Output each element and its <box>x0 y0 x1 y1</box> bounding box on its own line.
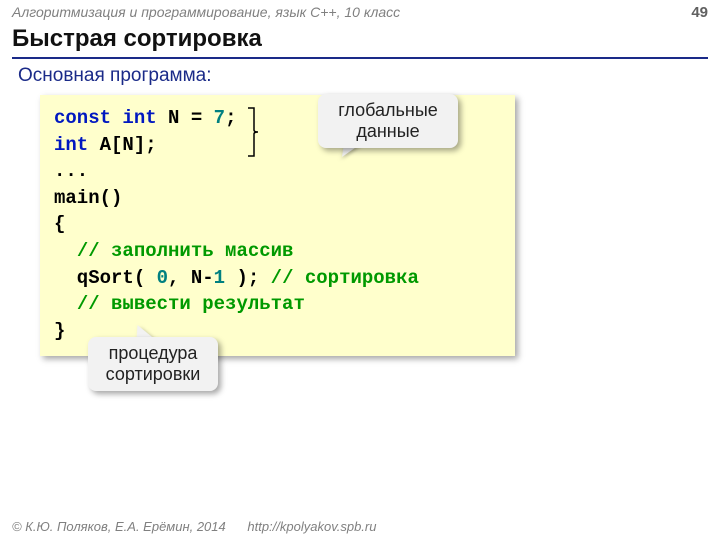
comment-sort: // сортировка <box>259 267 419 289</box>
semi: ; <box>225 107 236 129</box>
code-line-4: main() <box>54 185 501 212</box>
code-line-3: ... <box>54 158 501 185</box>
slide-footer: © К.Ю. Поляков, Е.А. Ерёмин, 2014 http:/… <box>0 515 720 540</box>
callout-line: глобальные <box>332 100 444 121</box>
code-line-6: // заполнить массив <box>54 238 501 265</box>
lit-0: 0 <box>157 267 168 289</box>
comment-fill: // заполнить массив <box>77 240 294 262</box>
callout-line: сортировки <box>102 364 204 385</box>
footer-url: http://kpolyakov.spb.ru <box>247 519 376 534</box>
code-line-7: qSort( 0, N-1 ); // сортировка <box>54 265 501 292</box>
code-line-8: // вывести результат <box>54 291 501 318</box>
course-title: Алгоритмизация и программирование, язык … <box>12 4 400 20</box>
section-subhead: Основная программа: <box>0 59 720 91</box>
slide-header: Алгоритмизация и программирование, язык … <box>0 0 720 23</box>
page-number: 49 <box>691 4 708 21</box>
kw-const: const <box>54 107 111 129</box>
callout-global-data: глобальные данные <box>318 94 458 148</box>
lit-1: 1 <box>214 267 225 289</box>
op-eq: = <box>191 107 202 129</box>
copyright-text: © К.Ю. Поляков, Е.А. Ерёмин, 2014 <box>12 519 226 534</box>
kw-int: int <box>122 107 156 129</box>
callout-sort-procedure: процедура сортировки <box>88 337 218 391</box>
kw-int: int <box>54 134 88 156</box>
callout-line: процедура <box>102 343 204 364</box>
ident-n: N <box>168 107 179 129</box>
title-block: Быстрая сортировка <box>0 23 720 59</box>
code-line-5: { <box>54 211 501 238</box>
brace-bracket-icon <box>246 106 262 158</box>
slide-title: Быстрая сортировка <box>12 25 708 53</box>
comment-out: // вывести результат <box>77 293 305 315</box>
lit-7: 7 <box>214 107 225 129</box>
decl-a: A[N]; <box>88 134 156 156</box>
callout-line: данные <box>332 121 444 142</box>
